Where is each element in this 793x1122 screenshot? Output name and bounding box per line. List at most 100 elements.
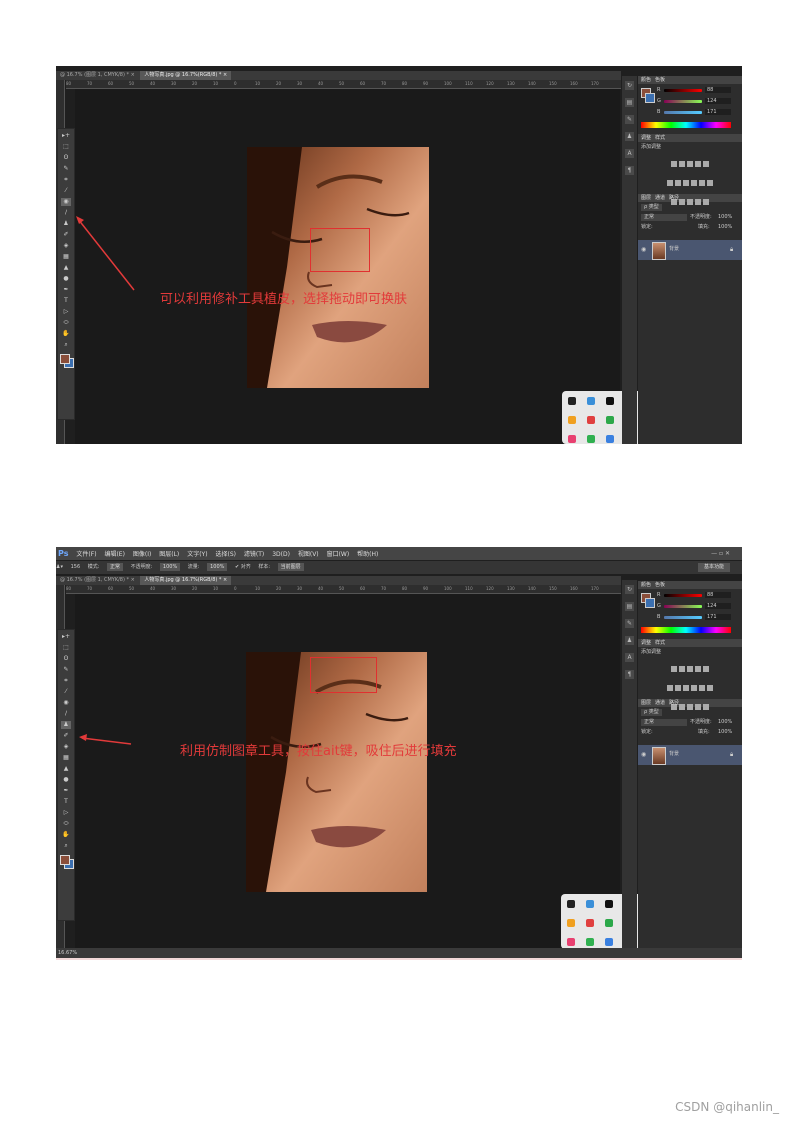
workspace-select[interactable]: 基本功能 — [697, 563, 730, 572]
vibrance-icon[interactable] — [703, 161, 709, 167]
tray-app-icon[interactable] — [586, 919, 594, 927]
opacity-value[interactable]: 100% — [718, 719, 732, 726]
tray-app-icon[interactable] — [567, 938, 575, 946]
layer-row-background[interactable]: ◉ 背景 🔒︎ — [638, 745, 742, 765]
bw-icon[interactable] — [683, 685, 689, 691]
layer-kind-filter[interactable]: ρ 类型 — [641, 204, 662, 211]
tray-app-icon[interactable] — [605, 919, 613, 927]
curves-icon[interactable] — [687, 666, 693, 672]
status-bar: 16.67% — [56, 948, 742, 958]
fill-value[interactable]: 100% — [718, 224, 732, 231]
channel-mixer-icon[interactable] — [699, 180, 705, 186]
visibility-eye-icon[interactable]: ◉ — [641, 246, 646, 253]
tab-layers[interactable]: 图层 — [641, 195, 651, 201]
tray-app-icon[interactable] — [606, 397, 614, 405]
photo-filter-icon[interactable] — [691, 180, 697, 186]
levels-icon[interactable] — [679, 161, 685, 167]
tab-channels[interactable]: 通道 — [655, 195, 665, 201]
tab-color[interactable]: 颜色 — [641, 77, 651, 83]
tray-app-icon[interactable] — [567, 919, 575, 927]
tray-app-icon[interactable] — [586, 938, 594, 946]
color-panel-bg-swatch[interactable] — [645, 598, 655, 608]
red-slider[interactable] — [664, 89, 702, 92]
tab-paths[interactable]: 路径 — [669, 700, 679, 706]
screenshot-patch-tool: @ 16.7% (图层 1, CMYK/8) * × 人物写真.jpg @ 16… — [56, 66, 742, 444]
tray-app-icon[interactable] — [605, 938, 613, 946]
bw-icon[interactable] — [683, 180, 689, 186]
tab-adjustments[interactable]: 调整 — [641, 640, 651, 646]
clone-source-icon[interactable]: ♟ — [625, 636, 634, 645]
brush-preset-icon[interactable]: ✎ — [625, 619, 634, 628]
red-slider[interactable] — [664, 594, 702, 597]
tray-app-icon[interactable] — [568, 397, 576, 405]
tray-app-icon[interactable] — [587, 435, 595, 443]
character-icon[interactable]: A — [625, 149, 634, 158]
tab-styles[interactable]: 样式 — [655, 135, 665, 141]
hue-icon[interactable] — [667, 180, 673, 186]
color-spectrum[interactable] — [641, 627, 731, 633]
blue-slider[interactable] — [664, 616, 702, 619]
character-icon[interactable]: A — [625, 653, 634, 662]
blue-value[interactable]: 171 — [705, 614, 731, 620]
channel-mixer-icon[interactable] — [699, 685, 705, 691]
visibility-eye-icon[interactable]: ◉ — [641, 751, 646, 758]
vibrance-icon[interactable] — [703, 666, 709, 672]
color-spectrum[interactable] — [641, 122, 731, 128]
paragraph-icon[interactable]: ¶ — [625, 670, 634, 679]
exposure-icon[interactable] — [695, 161, 701, 167]
lookup-icon[interactable] — [707, 180, 713, 186]
tab-styles[interactable]: 样式 — [655, 640, 665, 646]
blend-mode-select[interactable]: 正常 — [641, 719, 687, 726]
tray-app-icon[interactable] — [586, 900, 594, 908]
brush-preset-icon[interactable]: ✎ — [625, 115, 634, 124]
tab-swatches[interactable]: 色板 — [655, 77, 665, 83]
balance-icon[interactable] — [675, 685, 681, 691]
hue-icon[interactable] — [667, 685, 673, 691]
tray-app-icon[interactable] — [606, 416, 614, 424]
history-icon[interactable]: ↻ — [625, 81, 634, 90]
green-slider[interactable] — [664, 605, 702, 608]
balance-icon[interactable] — [675, 180, 681, 186]
paragraph-icon[interactable]: ¶ — [625, 166, 634, 175]
layer-row-background[interactable]: ◉ 背景 🔒︎ — [638, 240, 742, 260]
tab-color[interactable]: 颜色 — [641, 582, 651, 588]
exposure-icon[interactable] — [695, 666, 701, 672]
tray-app-icon[interactable] — [567, 900, 575, 908]
red-value[interactable]: 88 — [705, 87, 731, 93]
lookup-icon[interactable] — [707, 685, 713, 691]
tab-paths[interactable]: 路径 — [669, 195, 679, 201]
tray-app-icon[interactable] — [568, 416, 576, 424]
tab-channels[interactable]: 通道 — [655, 700, 665, 706]
levels-icon[interactable] — [679, 666, 685, 672]
photo-filter-icon[interactable] — [691, 685, 697, 691]
tab-layers[interactable]: 图层 — [641, 700, 651, 706]
tab-adjustments[interactable]: 调整 — [641, 135, 651, 141]
fill-value[interactable]: 100% — [718, 729, 732, 736]
zoom-level[interactable]: 16.67% — [58, 950, 77, 956]
opacity-value[interactable]: 100% — [718, 214, 732, 221]
tray-app-icon[interactable] — [587, 397, 595, 405]
green-slider[interactable] — [664, 100, 702, 103]
window-controls[interactable]: — ▫ ✕ — [711, 547, 730, 560]
tray-app-icon[interactable] — [587, 416, 595, 424]
opacity-label: 不透明度: — [690, 719, 712, 725]
green-value[interactable]: 124 — [705, 603, 731, 609]
blue-slider[interactable] — [664, 111, 702, 114]
red-value[interactable]: 88 — [705, 592, 731, 598]
layer-comps-icon[interactable]: ▤ — [625, 98, 634, 107]
tab-swatches[interactable]: 色板 — [655, 582, 665, 588]
clone-source-icon[interactable]: ♟ — [625, 132, 634, 141]
blend-mode-select[interactable]: 正常 — [641, 214, 687, 221]
brightness-icon[interactable] — [671, 666, 677, 672]
layer-kind-filter[interactable]: ρ 类型 — [641, 709, 662, 716]
tray-app-icon[interactable] — [605, 900, 613, 908]
tray-app-icon[interactable] — [568, 435, 576, 443]
color-panel-bg-swatch[interactable] — [645, 93, 655, 103]
layer-comps-icon[interactable]: ▤ — [625, 602, 634, 611]
history-icon[interactable]: ↻ — [625, 585, 634, 594]
brightness-icon[interactable] — [671, 161, 677, 167]
green-value[interactable]: 124 — [705, 98, 731, 104]
blue-value[interactable]: 171 — [705, 109, 731, 115]
tray-app-icon[interactable] — [606, 435, 614, 443]
curves-icon[interactable] — [687, 161, 693, 167]
